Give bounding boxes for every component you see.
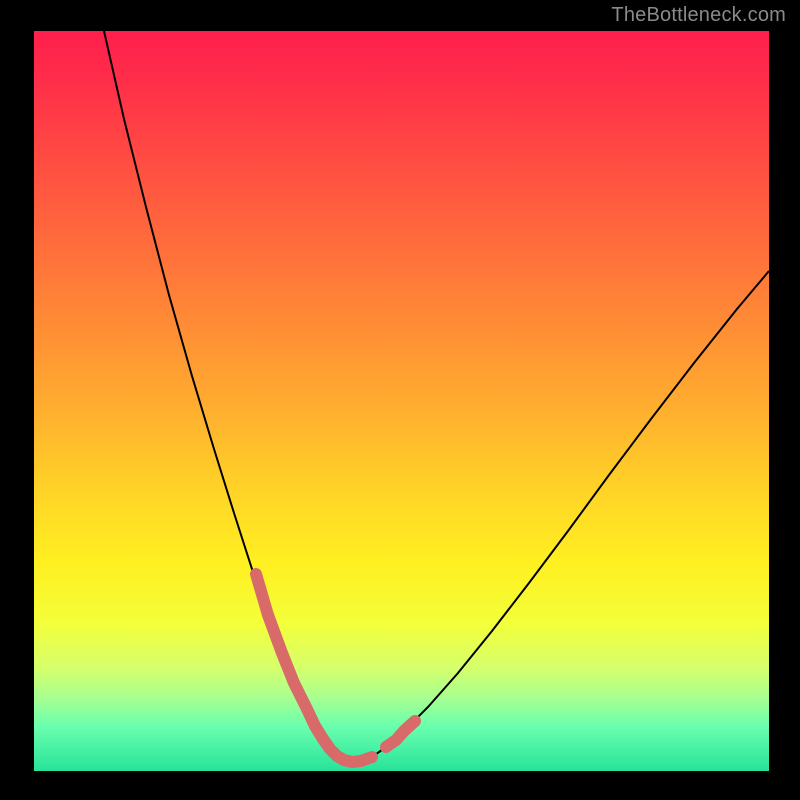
series-curve	[104, 31, 769, 762]
series-highlight-left	[256, 574, 323, 739]
series-highlight-bottom	[315, 726, 372, 762]
watermark-label: TheBottleneck.com	[611, 4, 786, 27]
chart-frame: TheBottleneck.com	[0, 0, 800, 800]
plot-area	[34, 31, 769, 771]
series-highlight-right	[386, 721, 415, 747]
chart-svg	[34, 31, 769, 771]
